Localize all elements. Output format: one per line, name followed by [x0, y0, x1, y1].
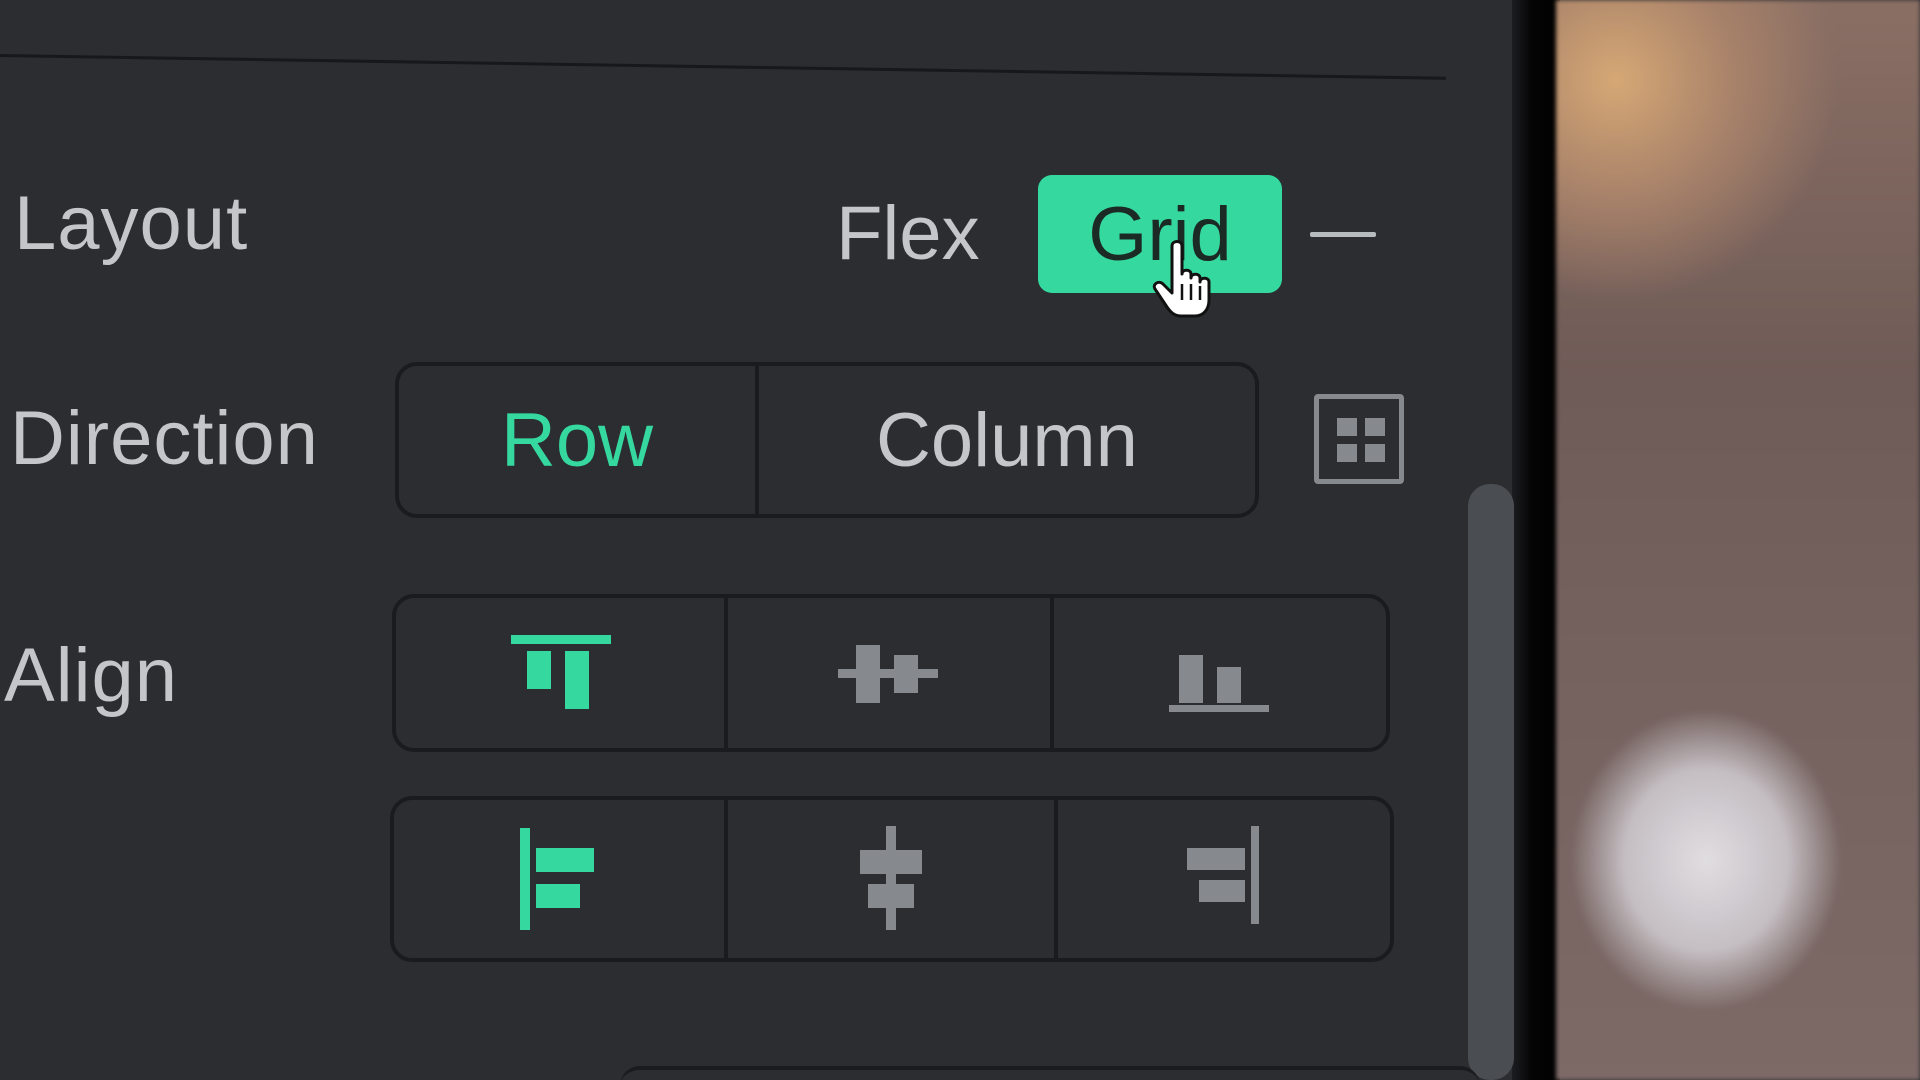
next-section-edge	[620, 1066, 1480, 1080]
align-left-button[interactable]	[394, 800, 728, 958]
minus-icon[interactable]	[1310, 232, 1376, 237]
direction-segmented-control: Row Column	[395, 362, 1259, 518]
vertical-align-segmented-control	[392, 594, 1390, 752]
scrollbar[interactable]	[1468, 484, 1514, 1080]
align-bottom-icon	[1169, 655, 1269, 712]
align-bottom-button[interactable]	[1054, 598, 1386, 748]
align-center-horizontal-icon	[860, 826, 922, 930]
grid-icon[interactable]	[1314, 394, 1404, 484]
align-top-icon	[511, 635, 611, 709]
align-label: Align	[4, 633, 178, 718]
device-bezel	[1512, 0, 1560, 1080]
align-left-icon	[520, 828, 594, 930]
direction-column-button[interactable]: Column	[759, 366, 1255, 514]
align-top-button[interactable]	[396, 598, 728, 748]
direction-label: Direction	[10, 396, 319, 481]
horizontal-align-segmented-control	[390, 796, 1394, 962]
flex-option-button[interactable]: Flex	[836, 190, 980, 277]
hand-pointer-icon	[1152, 240, 1211, 318]
align-center-horizontal-button[interactable]	[728, 800, 1058, 958]
align-right-button[interactable]	[1058, 800, 1390, 958]
align-center-vertical-button[interactable]	[728, 598, 1054, 748]
background-blur	[1556, 0, 1920, 1080]
align-center-vertical-icon	[838, 645, 938, 703]
direction-row-button[interactable]: Row	[399, 366, 759, 514]
align-right-icon	[1187, 826, 1259, 924]
layout-label: Layout	[14, 181, 249, 266]
